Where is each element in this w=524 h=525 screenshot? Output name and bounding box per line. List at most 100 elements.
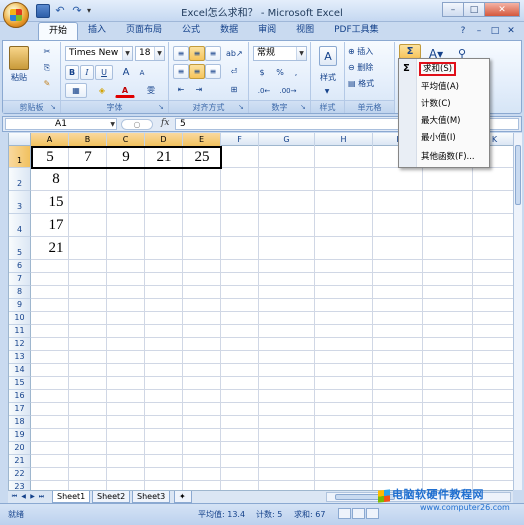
- chevron-down-icon[interactable]: ▼: [296, 47, 306, 60]
- number-launcher-icon[interactable]: ↘: [300, 103, 308, 111]
- middle-align-icon[interactable]: ≡: [189, 46, 205, 61]
- bold-button[interactable]: B: [65, 65, 79, 80]
- row-header[interactable]: 13: [9, 351, 31, 364]
- tab-data[interactable]: 数据: [210, 22, 248, 40]
- paste-button[interactable]: 粘贴: [5, 70, 33, 85]
- currency-button[interactable]: $: [253, 65, 271, 80]
- comma-button[interactable]: ,: [289, 65, 303, 80]
- increase-indent-icon[interactable]: ⇥: [191, 82, 207, 97]
- vertical-scrollbar[interactable]: [513, 133, 522, 490]
- format-cells-button[interactable]: ▤ 格式: [347, 76, 393, 91]
- row-header[interactable]: 7: [9, 273, 31, 286]
- insert-cells-button[interactable]: ⊕ 插入: [347, 44, 393, 59]
- row-header[interactable]: 10: [9, 312, 31, 325]
- column-header[interactable]: A: [31, 133, 69, 146]
- maximize-button[interactable]: □: [463, 2, 485, 17]
- cut-icon[interactable]: ✂: [39, 44, 55, 59]
- menu-item-min[interactable]: 最小值(I): [419, 131, 458, 145]
- phonetic-button[interactable]: 雯: [141, 83, 161, 98]
- font-name-select[interactable]: Times New Ro ▼: [65, 46, 133, 61]
- merge-center-icon[interactable]: ⊞: [225, 82, 243, 97]
- column-header[interactable]: B: [69, 133, 107, 146]
- column-header[interactable]: D: [145, 133, 183, 146]
- row-header[interactable]: 2: [9, 168, 31, 191]
- menu-item-more-functions[interactable]: 其他函数(F)...: [419, 150, 477, 164]
- first-sheet-icon[interactable]: ⏮: [10, 492, 19, 502]
- increase-decimal-icon[interactable]: .0←: [253, 83, 275, 98]
- cell-a4[interactable]: 17: [31, 214, 81, 237]
- tab-insert[interactable]: 插入: [78, 22, 116, 40]
- vertical-scroll-thumb[interactable]: [515, 145, 521, 205]
- wrap-text-icon[interactable]: ⏎: [225, 64, 243, 79]
- shrink-font-button[interactable]: A: [135, 65, 149, 80]
- tab-pdf-tools[interactable]: PDF工具集: [324, 22, 389, 40]
- chevron-down-icon[interactable]: ▼: [154, 47, 164, 60]
- next-sheet-icon[interactable]: ▶: [28, 492, 37, 502]
- autosum-button[interactable]: Σ: [399, 44, 421, 59]
- number-format-select[interactable]: 常规 ▼: [253, 46, 307, 61]
- sheet-tab[interactable]: Sheet3: [132, 491, 171, 503]
- chevron-down-icon[interactable]: ▼: [122, 47, 132, 60]
- row-header[interactable]: 5: [9, 237, 31, 260]
- page-layout-view-icon[interactable]: [352, 508, 365, 519]
- last-sheet-icon[interactable]: ⏭: [37, 492, 46, 502]
- row-header[interactable]: 17: [9, 403, 31, 416]
- row-header[interactable]: 1: [9, 146, 31, 168]
- percent-button[interactable]: %: [273, 65, 287, 80]
- align-left-icon[interactable]: ≡: [173, 64, 189, 79]
- column-header[interactable]: E: [183, 133, 221, 146]
- row-header[interactable]: 6: [9, 260, 31, 273]
- row-header[interactable]: 16: [9, 390, 31, 403]
- row-header[interactable]: 9: [9, 299, 31, 312]
- font-launcher-icon[interactable]: ↘: [158, 103, 166, 111]
- grow-font-button[interactable]: A: [119, 65, 133, 80]
- prev-sheet-icon[interactable]: ◀: [19, 492, 28, 502]
- format-painter-icon[interactable]: ✎: [39, 76, 55, 91]
- borders-button[interactable]: ▦: [65, 83, 87, 98]
- row-header[interactable]: 15: [9, 377, 31, 390]
- menu-item-sum[interactable]: 求和(S): [419, 62, 457, 76]
- tab-view[interactable]: 视图: [286, 22, 324, 40]
- minimize-button[interactable]: –: [442, 2, 464, 17]
- row-header[interactable]: 8: [9, 286, 31, 299]
- styles-icon[interactable]: A: [319, 46, 337, 66]
- font-size-select[interactable]: 18 ▼: [135, 46, 165, 61]
- cell-a5[interactable]: 21: [31, 237, 81, 260]
- sheet-tab[interactable]: Sheet2: [92, 491, 131, 503]
- delete-cells-button[interactable]: ⊖ 删除: [347, 60, 393, 75]
- row-header[interactable]: 18: [9, 416, 31, 429]
- ribbon-minimize-icon[interactable]: –: [472, 24, 486, 38]
- close-button[interactable]: ✕: [484, 2, 520, 17]
- orientation-icon[interactable]: ab↗: [225, 46, 243, 61]
- column-header[interactable]: C: [107, 133, 145, 146]
- page-break-view-icon[interactable]: [366, 508, 379, 519]
- menu-item-count[interactable]: 计数(C): [419, 97, 453, 111]
- cell-a3[interactable]: 15: [31, 191, 81, 214]
- sheet-tab[interactable]: Sheet1: [52, 491, 91, 503]
- clipboard-launcher-icon[interactable]: ↘: [50, 103, 58, 111]
- row-header[interactable]: 23: [9, 481, 31, 490]
- tab-formulas[interactable]: 公式: [172, 22, 210, 40]
- menu-item-max[interactable]: 最大值(M): [419, 114, 462, 128]
- row-header[interactable]: 11: [9, 325, 31, 338]
- chevron-down-icon[interactable]: ▼: [321, 84, 333, 99]
- normal-view-icon[interactable]: [338, 508, 351, 519]
- copy-icon[interactable]: ⎘: [39, 60, 55, 75]
- row-header[interactable]: 19: [9, 429, 31, 442]
- select-all-corner[interactable]: [9, 133, 31, 146]
- row-header[interactable]: 12: [9, 338, 31, 351]
- new-sheet-icon[interactable]: ✦: [174, 491, 192, 503]
- top-align-icon[interactable]: ≡: [173, 46, 189, 61]
- office-button[interactable]: [3, 2, 29, 28]
- row-header[interactable]: 3: [9, 191, 31, 214]
- insert-function-button[interactable]: fx: [161, 118, 169, 128]
- decrease-indent-icon[interactable]: ⇤: [173, 82, 189, 97]
- fill-color-button[interactable]: ◈: [91, 83, 113, 98]
- paste-icon[interactable]: [9, 46, 29, 70]
- row-header[interactable]: 21: [9, 455, 31, 468]
- ribbon-close-icon[interactable]: ✕: [504, 24, 518, 38]
- column-header[interactable]: H: [315, 133, 373, 146]
- align-center-icon[interactable]: ≡: [189, 64, 205, 79]
- underline-button[interactable]: U: [95, 65, 113, 80]
- row-header[interactable]: 14: [9, 364, 31, 377]
